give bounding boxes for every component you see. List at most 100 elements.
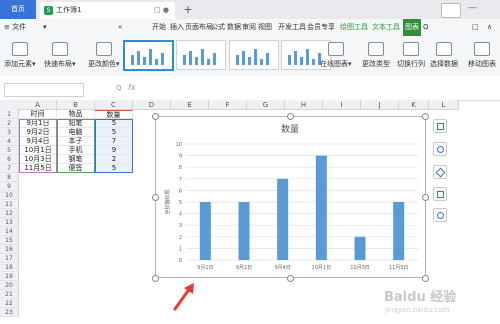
toolbar-button[interactable]: 移动图表: [468, 42, 496, 69]
row-header[interactable]: 17: [0, 254, 19, 263]
table-cell[interactable]: 便签: [57, 164, 95, 173]
row-header[interactable]: 11: [0, 200, 19, 209]
table-cell[interactable]: 5: [95, 119, 133, 128]
row-header[interactable]: 6: [0, 155, 19, 164]
table-cell[interactable]: 物品: [57, 110, 95, 119]
menu-item[interactable]: 图表: [403, 19, 421, 36]
table-cell[interactable]: 2: [95, 155, 133, 164]
row-header[interactable]: 18: [0, 263, 19, 272]
resize-handle[interactable]: [422, 194, 429, 201]
row-header[interactable]: 1: [0, 110, 19, 119]
chart-style-thumb-2[interactable]: [176, 40, 226, 70]
resize-handle[interactable]: [287, 275, 294, 282]
column-header[interactable]: G: [247, 100, 285, 110]
table-cell[interactable]: 时间: [19, 110, 57, 119]
table-cell[interactable]: 电脑: [57, 128, 95, 137]
row-header[interactable]: 15: [0, 236, 19, 245]
row-header[interactable]: 5: [0, 146, 19, 155]
window-box-icon[interactable]: [441, 3, 461, 18]
column-header[interactable]: H: [285, 100, 323, 110]
chart-style-button[interactable]: [433, 142, 447, 156]
column-header[interactable]: B: [57, 100, 95, 110]
table-cell[interactable]: 铅笔: [57, 119, 95, 128]
row-header[interactable]: 7: [0, 164, 19, 173]
menu-item[interactable]: 开发工具: [278, 19, 306, 36]
row-header[interactable]: 13: [0, 218, 19, 227]
table-cell[interactable]: 钢笔: [57, 155, 95, 164]
menu-item[interactable]: 视图: [258, 19, 272, 36]
menu-item[interactable]: 文本工具: [372, 19, 400, 36]
table-cell[interactable]: 5: [95, 128, 133, 137]
new-tab-button[interactable]: +: [181, 2, 195, 17]
table-cell[interactable]: 手机: [57, 146, 95, 155]
menu-item[interactable]: 审阅: [242, 19, 256, 36]
resize-handle[interactable]: [422, 113, 429, 120]
name-box[interactable]: [4, 83, 84, 97]
row-header[interactable]: 19: [0, 272, 19, 281]
row-header[interactable]: 14: [0, 227, 19, 236]
column-header[interactable]: L: [429, 100, 459, 110]
toolbar-button[interactable]: 在线图表▾: [320, 42, 352, 69]
resize-handle[interactable]: [422, 275, 429, 282]
row-header[interactable]: 21: [0, 290, 19, 299]
menu-item[interactable]: □: [472, 19, 479, 36]
menu-item[interactable]: 数据: [227, 19, 241, 36]
row-header[interactable]: 16: [0, 245, 19, 254]
tab-document[interactable]: S 工作簿1 □ ●: [40, 2, 175, 19]
table-cell[interactable]: 7: [95, 137, 133, 146]
column-header[interactable]: F: [209, 100, 247, 110]
tab-controls[interactable]: □ ●: [154, 2, 169, 19]
toolbar-button[interactable]: 添加元素▾: [4, 42, 36, 69]
row-header[interactable]: 4: [0, 137, 19, 146]
menu-item[interactable]: 插入: [170, 19, 184, 36]
resize-handle[interactable]: [152, 194, 159, 201]
chart-format-button[interactable]: [433, 187, 447, 201]
column-header[interactable]: I: [323, 100, 361, 110]
menu-item[interactable]: ≡ 文件: [4, 19, 26, 36]
row-header[interactable]: 3: [0, 128, 19, 137]
menu-item[interactable]: 公式: [211, 19, 225, 36]
chart-style-thumb-3[interactable]: [229, 40, 279, 70]
tab-home[interactable]: 首页: [0, 0, 36, 19]
row-header[interactable]: 20: [0, 281, 19, 290]
row-header[interactable]: 2: [0, 119, 19, 128]
table-cell[interactable]: 5: [95, 164, 133, 173]
chart-filter-button[interactable]: [433, 165, 447, 179]
column-header[interactable]: J: [361, 100, 399, 110]
resize-handle[interactable]: [152, 113, 159, 120]
table-cell[interactable]: 9月4日: [19, 137, 57, 146]
column-header[interactable]: E: [171, 100, 209, 110]
row-header[interactable]: 22: [0, 299, 19, 308]
column-header[interactable]: K: [399, 100, 429, 110]
chart-object[interactable]: 数量 0 1 2 3 4 5 6 7 8 9 10 坐标轴标题 9月1日 9月2日 9月4日 10月1日 10月3…: [155, 116, 426, 278]
table-cell[interactable]: 9: [95, 146, 133, 155]
table-cell[interactable]: 11月5日: [19, 164, 57, 173]
table-cell[interactable]: 10月1日: [19, 146, 57, 155]
menu-item[interactable]: ∧: [487, 19, 492, 36]
column-header[interactable]: A: [19, 100, 57, 110]
chart-style-thumb-1[interactable]: [123, 40, 174, 71]
row-header[interactable]: 12: [0, 209, 19, 218]
table-cell[interactable]: 9月2日: [19, 128, 57, 137]
chart-settings-button[interactable]: [433, 208, 447, 222]
column-header[interactable]: C: [95, 100, 133, 110]
toolbar-button[interactable]: 选择数据: [430, 42, 458, 69]
row-header[interactable]: 8: [0, 173, 19, 182]
minimize-icon[interactable]: —: [468, 3, 477, 13]
toolbar-button[interactable]: 切换行列: [397, 42, 425, 69]
column-header[interactable]: D: [133, 100, 171, 110]
toolbar-button[interactable]: 快速布局▾: [44, 42, 76, 69]
table-cell[interactable]: 9月1日: [19, 119, 57, 128]
chart-elements-button[interactable]: [433, 119, 447, 133]
menu-item[interactable]: 绘图工具: [340, 19, 368, 36]
menu-item[interactable]: 开始: [152, 19, 166, 36]
table-cell[interactable]: 数量: [95, 110, 133, 119]
row-header[interactable]: 23: [0, 308, 19, 317]
menu-item[interactable]: 页面布局: [185, 19, 213, 36]
menu-item[interactable]: Q: [423, 19, 429, 36]
toolbar-button[interactable]: 更改类型: [362, 42, 390, 69]
table-cell[interactable]: 10月3日: [19, 155, 57, 164]
row-header[interactable]: 10: [0, 191, 19, 200]
resize-handle[interactable]: [287, 113, 294, 120]
fx-icon[interactable]: fx: [128, 83, 136, 92]
